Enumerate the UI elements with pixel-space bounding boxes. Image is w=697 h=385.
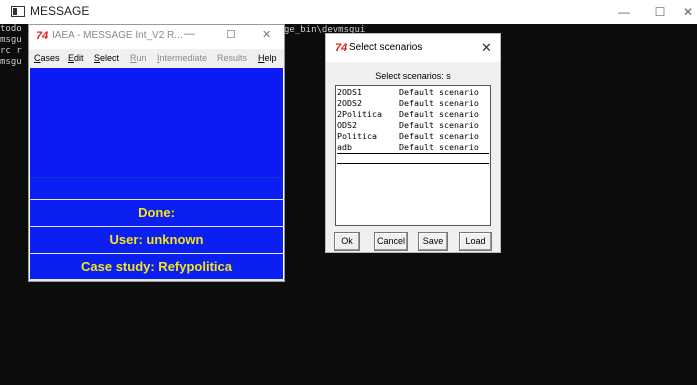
select-scenarios-dialog: 74 Select scenarios ✕ Select scenarios: … bbox=[325, 33, 501, 253]
menu-cases[interactable]: Cases bbox=[34, 53, 60, 63]
console-titlebar: MESSAGE — ☐ ✕ bbox=[0, 0, 697, 24]
dialog-title: Select scenarios bbox=[349, 42, 423, 53]
scenario-description: Default scenario bbox=[399, 109, 479, 119]
list-item[interactable]: adb Default scenario bbox=[337, 142, 489, 154]
save-button[interactable]: Save bbox=[418, 232, 448, 251]
minimize-icon[interactable]: — bbox=[184, 28, 195, 40]
scenario-name: adb bbox=[337, 142, 352, 152]
status-user: User: unknown bbox=[30, 226, 283, 252]
scenarios-listbox[interactable]: 2ODS1 Default scenario 2ODS2 Default sce… bbox=[335, 85, 491, 226]
scenario-description: Default scenario bbox=[399, 98, 479, 108]
list-item[interactable]: 2Politica Default scenario bbox=[337, 109, 489, 120]
list-separator bbox=[337, 163, 489, 164]
list-item[interactable]: Politica Default scenario bbox=[337, 131, 489, 142]
menu-intermediate[interactable]: Intermediate bbox=[157, 53, 207, 63]
scenario-description: Default scenario bbox=[399, 120, 479, 130]
scenario-name: 2ODS2 bbox=[337, 98, 362, 108]
status-case-study: Case study: Refypolitica bbox=[30, 253, 283, 279]
scenarios-label: Select scenarios: s bbox=[375, 71, 451, 81]
scenario-description: Default scenario bbox=[399, 131, 479, 141]
scenario-description: Default scenario bbox=[399, 87, 479, 97]
main-window-title: IAEA - MESSAGE Int_V2 R... bbox=[52, 30, 183, 41]
list-item[interactable]: 2ODS1 Default scenario bbox=[337, 87, 489, 98]
scenario-name: Politica bbox=[337, 131, 377, 141]
scenario-name: ODS2 bbox=[337, 120, 357, 130]
menu-select[interactable]: Select bbox=[94, 53, 119, 63]
close-icon[interactable]: ✕ bbox=[481, 40, 492, 56]
scenario-name: 2ODS1 bbox=[337, 87, 362, 97]
message-main-window: 74 IAEA - MESSAGE Int_V2 R... — ☐ ✕ Case… bbox=[28, 24, 285, 282]
status-panel: Done: User: unknown Case study: Refypoli… bbox=[30, 68, 283, 281]
menu-results[interactable]: Results bbox=[217, 53, 247, 63]
status-extra bbox=[30, 279, 283, 281]
list-item[interactable]: 2ODS2 Default scenario bbox=[337, 98, 489, 109]
cancel-button[interactable]: Cancel bbox=[374, 232, 408, 251]
menu-bar: Cases Edit Select Run Intermediate Resul… bbox=[29, 49, 284, 68]
dialog-titlebar: 74 Select scenarios ✕ bbox=[326, 34, 500, 62]
maximize-icon[interactable]: ☐ bbox=[226, 28, 236, 41]
scenario-name: 2Politica bbox=[337, 109, 382, 119]
ok-button[interactable]: Ok bbox=[334, 232, 360, 251]
status-done: Done: bbox=[30, 199, 283, 225]
tk-feather-icon: 74 bbox=[335, 42, 348, 54]
console-title: MESSAGE bbox=[30, 4, 90, 18]
load-button[interactable]: Load bbox=[459, 232, 492, 251]
menu-help[interactable]: Help bbox=[258, 53, 277, 63]
main-titlebar: 74 IAEA - MESSAGE Int_V2 R... — ☐ ✕ bbox=[29, 25, 284, 49]
tk-feather-icon: 74 bbox=[36, 30, 49, 42]
close-icon[interactable]: ✕ bbox=[262, 28, 271, 41]
scenario-description: Default scenario bbox=[399, 142, 479, 152]
list-item[interactable]: ODS2 Default scenario bbox=[337, 120, 489, 131]
console-app-icon bbox=[11, 6, 25, 17]
status-panel-top bbox=[30, 68, 283, 178]
menu-run[interactable]: Run bbox=[130, 53, 147, 63]
close-icon[interactable]: ✕ bbox=[671, 2, 697, 22]
minimize-icon[interactable]: — bbox=[607, 2, 641, 22]
menu-edit[interactable]: Edit bbox=[68, 53, 84, 63]
